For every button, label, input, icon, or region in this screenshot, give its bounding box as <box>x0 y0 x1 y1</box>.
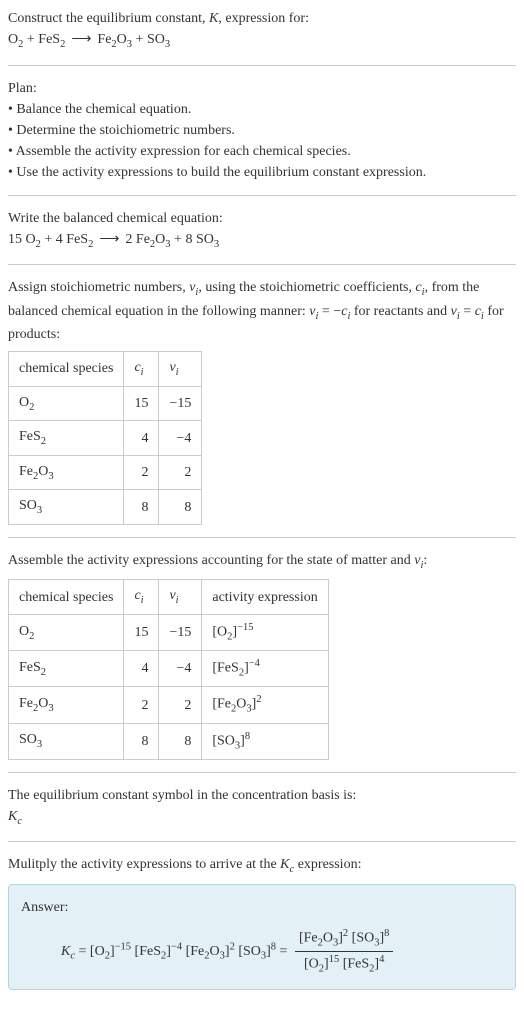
plan-item-3: • Assemble the activity expression for e… <box>8 141 516 162</box>
table-row: SO3 8 8 <box>9 490 202 525</box>
ci-cell: 8 <box>124 490 159 525</box>
col-nui: νi <box>159 580 202 615</box>
species-cell: FeS2 <box>9 651 124 687</box>
divider <box>8 264 516 265</box>
plan-item-2: • Determine the stoichiometric numbers. <box>8 120 516 141</box>
species-cell: FeS2 <box>9 421 124 456</box>
table-header-row: chemical species ci νi <box>9 352 202 387</box>
answer-label: Answer: <box>21 897 503 918</box>
species-cell: O2 <box>9 615 124 651</box>
ci-cell: 2 <box>124 687 159 723</box>
nui-cell: −4 <box>159 651 202 687</box>
balanced-equation: 15 O2 + 4 FeS2⟶2 Fe2O3 + 8 SO3 <box>8 232 219 247</box>
intro-suffix: , expression for: <box>218 11 309 26</box>
balanced-section: Write the balanced chemical equation: 15… <box>8 208 516 253</box>
table-row: Fe2O3 2 2 [Fe2O3]2 <box>9 687 329 723</box>
divider <box>8 537 516 538</box>
plan-title: Plan: <box>8 78 516 99</box>
multiply-section: Mulitply the activity expressions to arr… <box>8 854 516 990</box>
col-ci: ci <box>124 580 159 615</box>
nui-cell: −4 <box>159 421 202 456</box>
plan-section: Plan: • Balance the chemical equation. •… <box>8 78 516 183</box>
table-row: SO3 8 8 [SO3]8 <box>9 723 329 759</box>
divider <box>8 65 516 66</box>
K-symbol: K <box>209 11 218 26</box>
table-row: O2 15 −15 [O2]−15 <box>9 615 329 651</box>
kc-symbol-section: The equilibrium constant symbol in the c… <box>8 785 516 830</box>
nui-cell: 2 <box>159 687 202 723</box>
col-ci: ci <box>124 352 159 387</box>
intro-text: Construct the equilibrium constant, <box>8 11 209 26</box>
divider <box>8 772 516 773</box>
ci-cell: 4 <box>124 421 159 456</box>
unbalanced-equation: O2 + FeS2⟶Fe2O3 + SO3 <box>8 32 170 47</box>
plan-item-1: • Balance the chemical equation. <box>8 99 516 120</box>
table-row: FeS2 4 −4 <box>9 421 202 456</box>
activity-section: Assemble the activity expressions accoun… <box>8 550 516 760</box>
activity-intro: Assemble the activity expressions accoun… <box>8 553 427 568</box>
fraction: [Fe2O3]2 [SO3]8[O2]15 [FeS2]4 <box>295 926 393 977</box>
problem-statement: Construct the equilibrium constant, K, e… <box>8 8 516 53</box>
plan-item-4: • Use the activity expressions to build … <box>8 162 516 183</box>
table-header-row: chemical species ci νi activity expressi… <box>9 580 329 615</box>
nui-cell: −15 <box>159 386 202 421</box>
balanced-intro: Write the balanced chemical equation: <box>8 208 516 229</box>
species-cell: O2 <box>9 386 124 421</box>
nui-cell: 8 <box>159 490 202 525</box>
activity-cell: [FeS2]−4 <box>202 651 328 687</box>
table-row: O2 15 −15 <box>9 386 202 421</box>
answer-expression: Kc = [O2]−15 [FeS2]−4 [Fe2O3]2 [SO3]8 = … <box>21 926 503 977</box>
activity-cell: [SO3]8 <box>202 723 328 759</box>
species-cell: SO3 <box>9 723 124 759</box>
activity-cell: [Fe2O3]2 <box>202 687 328 723</box>
nui-cell: 8 <box>159 723 202 759</box>
ci-cell: 4 <box>124 651 159 687</box>
activity-cell: [O2]−15 <box>202 615 328 651</box>
answer-box: Answer: Kc = [O2]−15 [FeS2]−4 [Fe2O3]2 [… <box>8 884 516 990</box>
activity-table: chemical species ci νi activity expressi… <box>8 579 329 759</box>
ci-cell: 2 <box>124 455 159 490</box>
divider <box>8 195 516 196</box>
stoich-text: Assign stoichiometric numbers, νi, using… <box>8 280 504 342</box>
nui-cell: −15 <box>159 615 202 651</box>
stoich-table: chemical species ci νi O2 15 −15 FeS2 4 … <box>8 351 202 525</box>
divider <box>8 841 516 842</box>
col-activity: activity expression <box>202 580 328 615</box>
ci-cell: 8 <box>124 723 159 759</box>
table-row: Fe2O3 2 2 <box>9 455 202 490</box>
species-cell: Fe2O3 <box>9 455 124 490</box>
species-cell: Fe2O3 <box>9 687 124 723</box>
col-species: chemical species <box>9 580 124 615</box>
ci-cell: 15 <box>124 386 159 421</box>
table-row: FeS2 4 −4 [FeS2]−4 <box>9 651 329 687</box>
ci-cell: 15 <box>124 615 159 651</box>
species-cell: SO3 <box>9 490 124 525</box>
multiply-text: Mulitply the activity expressions to arr… <box>8 857 361 872</box>
nui-cell: 2 <box>159 455 202 490</box>
kc-symbol-text: The equilibrium constant symbol in the c… <box>8 785 516 806</box>
col-species: chemical species <box>9 352 124 387</box>
kc-symbol: Kc <box>8 809 22 824</box>
col-nui: νi <box>159 352 202 387</box>
stoich-section: Assign stoichiometric numbers, νi, using… <box>8 277 516 525</box>
numerator: [Fe2O3]2 [SO3]8 <box>295 926 393 952</box>
